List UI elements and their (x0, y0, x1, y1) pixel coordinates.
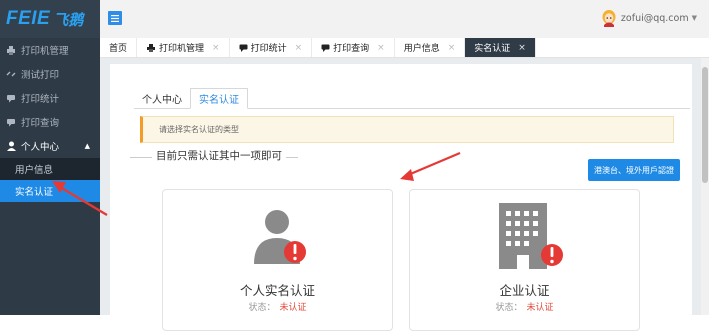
menu-toggle-button[interactable] (108, 11, 122, 25)
sidebar-item-label: 打印查询 (21, 118, 60, 129)
sidebar-item-personal-center[interactable]: 个人中心 ▲ (0, 134, 100, 158)
sidebar-item-label: 个人中心 (21, 142, 60, 153)
section-divider (286, 157, 298, 158)
sidebar-submenu: 用户信息 实名认证 (0, 158, 100, 202)
hamburger-icon (111, 14, 119, 22)
user-menu[interactable]: zofui@qq.com ▼ (601, 9, 697, 27)
card-status: 状态： 未认证 (163, 300, 392, 313)
status-label: 状态： (248, 303, 276, 313)
status-label: 状态： (495, 303, 523, 313)
tab-real-name-auth[interactable]: 实名认证 × (465, 38, 536, 57)
printer-icon (6, 45, 16, 55)
tab-label: 用户信息 (403, 44, 440, 54)
building-alert-icon (499, 203, 563, 269)
close-icon[interactable]: × (377, 43, 385, 53)
scrollbar-thumb[interactable] (702, 67, 708, 183)
sidebar-item-print-query[interactable]: 打印查询 (0, 110, 100, 134)
close-icon[interactable]: × (295, 43, 303, 53)
logo-brand-cn: 飞鹅 (53, 10, 84, 29)
personal-auth-card[interactable]: 个人实名认证 状态： 未认证 (162, 189, 393, 331)
tab-home[interactable]: 首页 (100, 38, 138, 57)
subtab-personal-center[interactable]: 个人中心 (134, 88, 190, 108)
tab-label: 实名认证 (474, 44, 511, 54)
tab-label: 打印机管理 (159, 44, 205, 54)
main-content: 个人中心 实名认证 请选择实名认证的类型 目前只需认证其中一项即可 港澳台、境外… (100, 58, 709, 331)
status-badge: 未认证 (279, 303, 307, 313)
sidebar-item-label: 打印统计 (21, 94, 60, 105)
status-badge: 未认证 (526, 303, 554, 313)
logo-brand: FEIE (6, 8, 51, 29)
close-icon[interactable]: × (518, 43, 526, 53)
page-tabs: 首页 打印机管理 × 打印统计 × 打印查询 × 用户信息 × 实名认证 × (100, 38, 709, 58)
tab-label: 首页 (109, 44, 128, 54)
sidebar-item-test-print[interactable]: 测试打印 (0, 62, 100, 86)
sidebar-subitem-user-info[interactable]: 用户信息 (0, 158, 100, 180)
caret-up-icon: ▲ (84, 142, 90, 150)
tab-printer-management[interactable]: 打印机管理 × (137, 38, 230, 57)
tab-print-query[interactable]: 打印查询 × (312, 38, 395, 57)
alert-box: 请选择实名认证的类型 (140, 116, 674, 143)
card-status: 状态： 未认证 (410, 300, 639, 313)
top-bar: zofui@qq.com ▼ (100, 0, 709, 39)
logo[interactable]: FEIE 飞鹅 (0, 0, 100, 38)
avatar (602, 10, 616, 27)
chevron-down-icon: ▼ (691, 14, 697, 22)
content-panel: 个人中心 实名认证 请选择实名认证的类型 目前只需认证其中一项即可 港澳台、境外… (110, 64, 692, 331)
person-alert-icon (254, 210, 306, 264)
hk-overseas-auth-button[interactable]: 港澳台、境外用戶認證 (588, 159, 680, 181)
card-title: 企业认证 (499, 283, 550, 298)
tab-user-info[interactable]: 用户信息 × (395, 38, 466, 57)
subtabs: 个人中心 实名认证 (134, 88, 690, 109)
tab-label: 打印统计 (250, 44, 287, 54)
scrollbar[interactable] (701, 58, 709, 315)
chat-icon (6, 117, 16, 127)
tab-label: 打印查询 (333, 44, 370, 54)
link-icon (6, 69, 16, 79)
subtab-real-name-auth[interactable]: 实名认证 (190, 88, 248, 109)
sidebar-item-printer-management[interactable]: 打印机管理 (0, 38, 100, 62)
chat-icon (6, 93, 16, 103)
company-auth-card[interactable]: 企业认证 状态： 未认证 (409, 189, 640, 331)
printer-icon (146, 43, 156, 52)
user-email: zofui@qq.com (620, 12, 689, 24)
close-icon[interactable]: × (448, 43, 456, 53)
section-divider (130, 157, 152, 158)
sidebar-item-print-stats[interactable]: 打印统计 (0, 86, 100, 110)
sidebar-item-label: 测试打印 (21, 70, 60, 81)
user-icon (6, 141, 16, 151)
sidebar: FEIE 飞鹅 打印机管理 测试打印 打印统计 打印查询 个人中心 ▲ 用户信息… (0, 0, 100, 315)
chat-icon (239, 44, 248, 52)
chat-icon (321, 44, 330, 52)
section-title: 目前只需认证其中一项即可 (156, 150, 282, 162)
card-title: 个人实名认证 (239, 283, 315, 298)
close-icon[interactable]: × (212, 43, 220, 53)
sidebar-subitem-real-name-auth[interactable]: 实名认证 (0, 180, 100, 202)
sidebar-nav: 打印机管理 测试打印 打印统计 打印查询 个人中心 ▲ (0, 38, 100, 158)
alert-text: 请选择实名认证的类型 (159, 125, 239, 134)
tab-print-stats[interactable]: 打印统计 × (230, 38, 313, 57)
sidebar-item-label: 打印机管理 (21, 46, 69, 57)
